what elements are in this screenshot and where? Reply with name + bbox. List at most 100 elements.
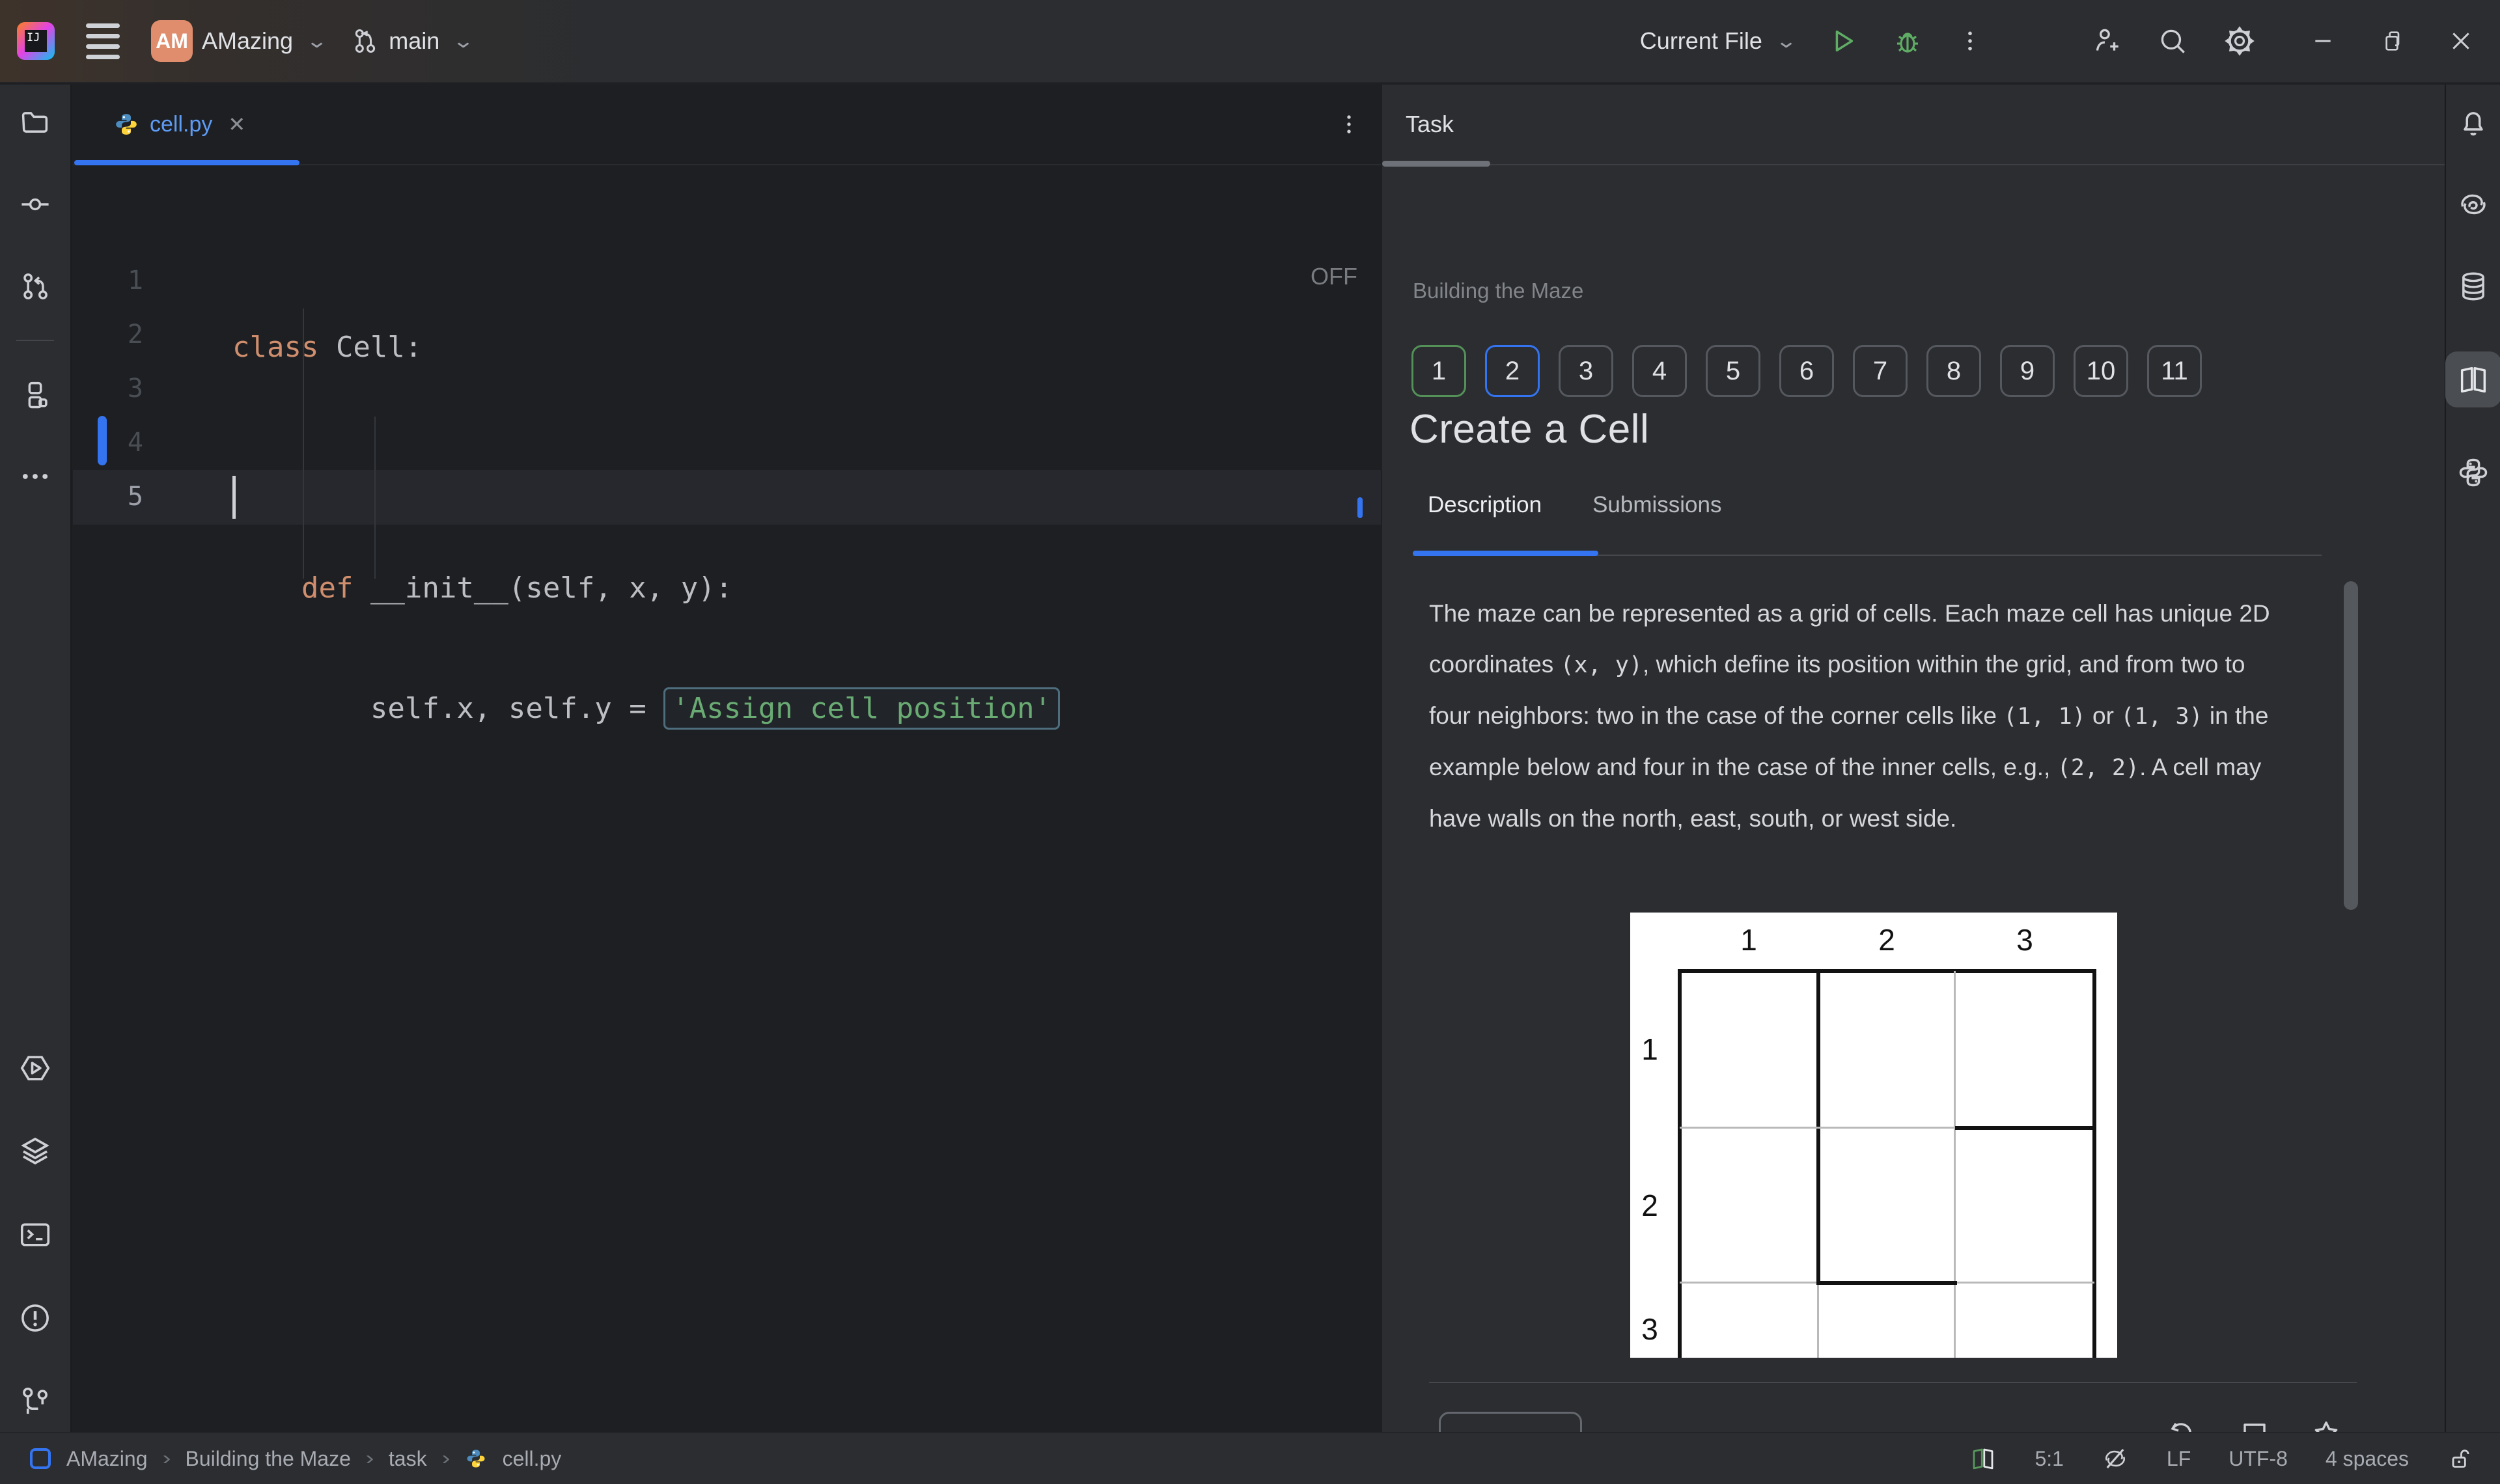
minimize-button[interactable] [2310, 28, 2336, 54]
services-tool-button[interactable] [18, 1051, 53, 1086]
breadcrumb-project[interactable]: AMazing [66, 1447, 148, 1471]
task-step-7[interactable]: 7 [1853, 345, 1908, 397]
project-icon [30, 1448, 51, 1469]
python-file-icon [465, 1448, 487, 1470]
maze-gridline [1957, 1282, 2094, 1284]
keyword-def: def [301, 571, 354, 605]
task-panel-content: Building the Maze 1 2 3 4 5 6 7 8 9 10 11 Create a… [1382, 167, 2445, 1470]
course-tasks-tool-button[interactable] [2445, 351, 2500, 407]
search-everywhere-button[interactable] [2156, 25, 2189, 57]
task-step-3[interactable]: 3 [1559, 345, 1613, 397]
task-step-2[interactable]: 2 [1485, 345, 1540, 397]
project-tool-button[interactable] [18, 105, 52, 139]
tab-description[interactable]: Description [1428, 492, 1542, 535]
maze-gridline [1680, 1282, 1818, 1284]
structure-tool-button[interactable] [18, 378, 52, 411]
tab-options-button[interactable] [1337, 112, 1381, 137]
breadcrumb-section[interactable]: Building the Maze [186, 1447, 351, 1471]
terminal-tool-button[interactable] [18, 1217, 53, 1252]
code-text: Cell: [318, 331, 423, 364]
pull-requests-tool-button[interactable] [18, 269, 52, 303]
project-name: AMazing [202, 27, 294, 54]
file-tab-cellpy[interactable]: cell.py ✕ [73, 85, 299, 165]
text-caret [232, 476, 236, 519]
run-configuration-select[interactable]: Current File ⌄ [1640, 27, 1798, 55]
database-tool-button[interactable] [2456, 269, 2490, 303]
task-heading: Create a Cell [1410, 407, 1650, 452]
chevron-down-icon: ⌄ [452, 30, 475, 52]
debug-button[interactable] [1892, 25, 1923, 57]
maze-wall [1678, 969, 1682, 1358]
maze-wall [2092, 969, 2096, 1358]
problems-tool-button[interactable] [18, 1300, 53, 1336]
maze-axis-label: 3 [1641, 1312, 1658, 1346]
line-number-current: 5 [127, 482, 143, 512]
ai-assistant-tool-button[interactable] [2456, 187, 2490, 221]
commit-tool-button[interactable] [18, 187, 52, 221]
inline-code: (2, 2) [2057, 755, 2140, 781]
description-text: or [2085, 702, 2121, 729]
code-line-1: class Cell: [232, 320, 1060, 374]
tab-submissions[interactable]: Submissions [1592, 492, 1721, 535]
course-progress-icon[interactable] [1969, 1445, 1997, 1472]
ai-assistant-disabled-icon[interactable] [2102, 1445, 2129, 1472]
caret-position[interactable]: 5:1 [2035, 1447, 2063, 1471]
active-tab-indicator [74, 160, 299, 165]
more-actions-button[interactable] [1957, 28, 1983, 54]
title-bar: IJ AM AMazing ⌄ main ⌄ Current File ⌄ [0, 0, 2500, 83]
python-console-tool-button[interactable] [2456, 456, 2490, 489]
ide-window: IJ AM AMazing ⌄ main ⌄ Current File ⌄ ce… [0, 0, 2500, 1484]
code-text: __init__(self, x, y): [353, 571, 733, 605]
line-ending[interactable]: LF [2167, 1447, 2191, 1471]
more-tool-windows-button[interactable] [18, 460, 52, 493]
maze-axis-label: 2 [1878, 923, 1895, 957]
task-step-6[interactable]: 6 [1779, 345, 1834, 397]
task-step-5[interactable]: 5 [1706, 345, 1760, 397]
chevron-down-icon: ⌄ [305, 30, 329, 52]
check-divider [1429, 1382, 2357, 1383]
breadcrumb-task[interactable]: task [389, 1447, 427, 1471]
task-step-9[interactable]: 9 [2000, 345, 2055, 397]
restore-button[interactable] [2379, 28, 2405, 54]
code-line-3: def __init__(self, x, y): [232, 561, 1060, 615]
task-step-8[interactable]: 8 [1926, 345, 1981, 397]
line-number: 2 [127, 320, 143, 350]
task-step-11[interactable]: 11 [2147, 345, 2202, 397]
code-line-4: self.x, self.y = 'Assign cell position' [232, 681, 1061, 735]
task-description: The maze can be represented as a grid of… [1429, 588, 2275, 844]
panel-scrollbar-thumb[interactable] [2344, 581, 2358, 910]
task-step-list: 1 2 3 4 5 6 7 8 9 10 11 [1411, 345, 2202, 397]
breadcrumb-file[interactable]: cell.py [503, 1447, 562, 1471]
gutter-change-marker [98, 416, 107, 465]
indent-setting[interactable]: 4 spaces [2326, 1447, 2409, 1471]
answer-placeholder[interactable]: 'Assign cell position' [663, 687, 1061, 730]
main-menu-button[interactable] [79, 17, 126, 66]
task-step-1[interactable]: 1 [1411, 345, 1466, 397]
project-widget[interactable]: AM AMazing ⌄ [151, 20, 329, 62]
maze-axis-label: 2 [1641, 1189, 1658, 1222]
left-tool-strip [0, 85, 72, 1432]
run-button[interactable] [1828, 26, 1858, 56]
python-packages-tool-button[interactable] [18, 1134, 53, 1169]
notifications-tool-button[interactable] [2456, 105, 2490, 139]
python-file-icon [113, 111, 139, 137]
file-encoding[interactable]: UTF-8 [2229, 1447, 2288, 1471]
code-editor[interactable]: 1 2 3 4 5 class Cell: def __init__(self,… [73, 167, 1381, 1432]
code-with-me-button[interactable] [2090, 25, 2122, 57]
tab-close-icon[interactable]: ✕ [228, 112, 245, 137]
maze-axis-label: 1 [1740, 923, 1757, 957]
version-control-tool-button[interactable] [18, 1384, 53, 1419]
breadcrumb: AMazing › Building the Maze › task › cel… [0, 1447, 561, 1471]
maze-axis-label: 1 [1641, 1032, 1658, 1066]
editor-gutter: 1 2 3 4 5 [73, 254, 164, 524]
branch-widget[interactable]: main ⌄ [350, 26, 475, 56]
close-button[interactable] [2448, 28, 2474, 54]
settings-button[interactable] [2223, 24, 2257, 58]
task-step-10[interactable]: 10 [2074, 345, 2128, 397]
chevron-down-icon: ⌄ [1774, 30, 1798, 52]
strip-divider [16, 340, 54, 341]
task-step-4[interactable]: 4 [1632, 345, 1687, 397]
inline-code: (x, y) [1560, 652, 1643, 678]
unlocked-icon[interactable] [2447, 1446, 2473, 1472]
